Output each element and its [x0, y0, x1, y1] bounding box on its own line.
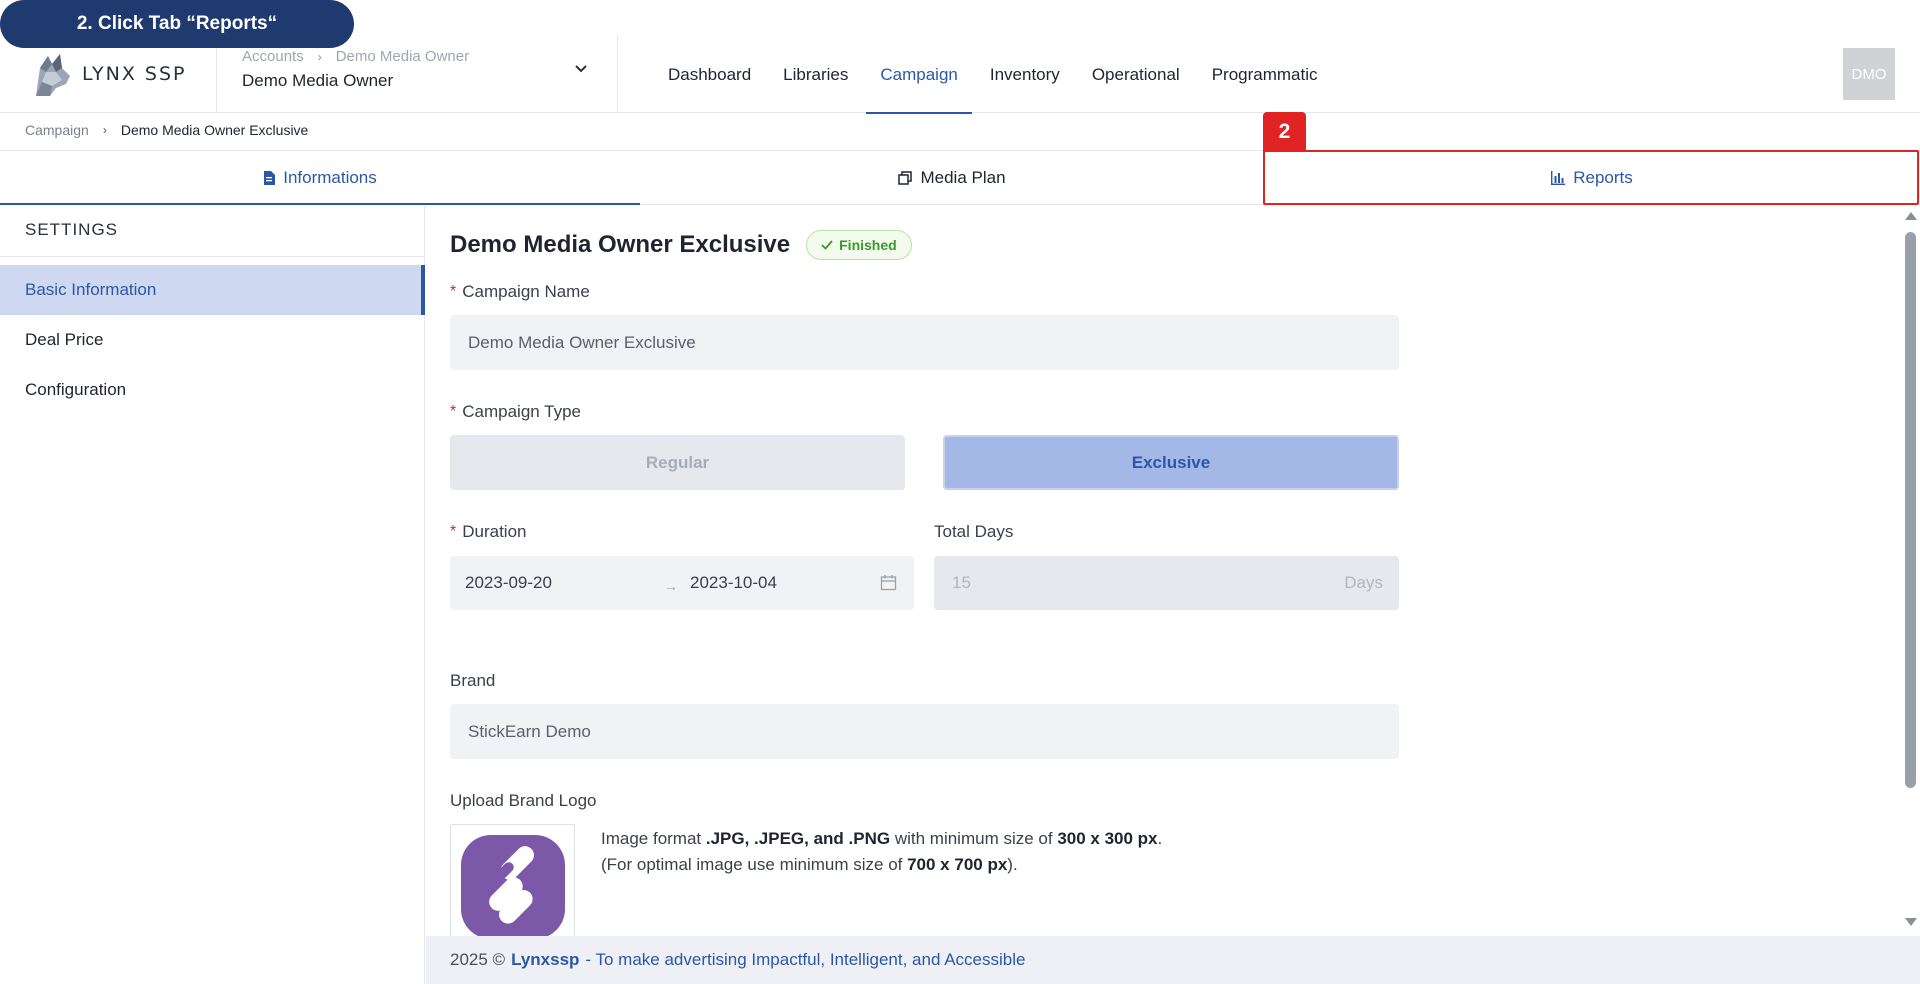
brand-field[interactable]: StickEarn Demo — [450, 704, 1399, 759]
campaign-name-label: * Campaign Name — [450, 282, 590, 302]
breadcrumb: Campaign › Demo Media Owner Exclusive — [25, 122, 308, 138]
nav-dashboard[interactable]: Dashboard — [652, 36, 767, 113]
avatar[interactable]: DMO — [1843, 48, 1895, 100]
upload-line-2: (For optimal image use minimum size of 7… — [601, 852, 1162, 878]
bar-chart-icon — [1551, 170, 1566, 185]
text-bold: 300 x 300 px — [1057, 829, 1158, 848]
type-regular-button[interactable]: Regular — [450, 435, 905, 490]
chevron-right-icon: › — [102, 123, 107, 137]
document-icon — [264, 170, 276, 185]
required-marker: * — [450, 403, 457, 420]
status-text: Finished — [839, 237, 897, 253]
step-badge: 2 — [1263, 112, 1306, 152]
scroll-down-arrow-icon[interactable] — [1905, 918, 1917, 926]
range-arrow-icon: → — [664, 578, 678, 594]
brand-logo-preview[interactable] — [450, 824, 575, 936]
label-text: Duration — [462, 522, 527, 541]
text-bold: 700 x 700 px — [907, 855, 1008, 874]
breadcrumb-current: Demo Media Owner Exclusive — [120, 122, 309, 138]
required-marker: * — [450, 283, 457, 300]
label-text: Campaign Name — [462, 282, 590, 301]
footer: 2025 © Lynxssp - To make advertising Imp… — [426, 936, 1920, 984]
brand-label: Brand — [450, 671, 496, 690]
scroll-up-arrow-icon[interactable] — [1905, 212, 1917, 220]
divider — [617, 36, 618, 112]
campaign-type-label: * Campaign Type — [450, 402, 581, 422]
account-crumb-0[interactable]: Accounts — [242, 48, 304, 65]
duration-label: * Duration — [450, 522, 527, 542]
nav-operational[interactable]: Operational — [1076, 36, 1196, 113]
step-instruction-banner: 2. Click Tab “Reports“ — [0, 0, 354, 48]
breadcrumb-campaign[interactable]: Campaign — [25, 122, 89, 138]
scrollbar[interactable] — [1901, 206, 1920, 936]
account-name: Demo Media Owner — [242, 71, 394, 90]
sidebar-item-configuration[interactable]: Configuration — [0, 365, 425, 415]
account-switcher[interactable]: Accounts › Demo Media Owner Demo Media O… — [242, 48, 469, 91]
main-nav: Dashboard Libraries Campaign Inventory O… — [652, 36, 1334, 114]
tab-label: Reports — [1573, 167, 1633, 187]
upload-line-1: Image format .JPG, .JPEG, and .PNG with … — [601, 826, 1162, 852]
total-days-field: 15 Days — [934, 556, 1399, 610]
nav-campaign[interactable]: Campaign — [864, 36, 974, 114]
settings-sidebar: SETTINGS Basic Information Deal Price Co… — [0, 206, 425, 984]
chevron-right-icon: › — [317, 49, 322, 64]
title-row: Demo Media Owner Exclusive Finished — [450, 230, 912, 260]
start-date[interactable]: 2023-09-20 — [465, 573, 552, 593]
text: with minimum size of — [890, 829, 1058, 848]
type-exclusive-button[interactable]: Exclusive — [943, 435, 1399, 490]
brand-logo-image — [460, 834, 565, 936]
calendar-icon[interactable] — [880, 574, 897, 591]
lynx-logo-icon — [36, 54, 70, 96]
status-badge: Finished — [806, 230, 912, 260]
account-crumb-1[interactable]: Demo Media Owner — [336, 48, 469, 65]
tab-reports[interactable]: Reports — [1264, 151, 1920, 204]
text: ). — [1007, 855, 1018, 874]
text: . — [1157, 829, 1163, 848]
sidebar-item-deal-price[interactable]: Deal Price — [0, 315, 425, 365]
scrollbar-thumb[interactable] — [1905, 232, 1916, 788]
label-text: Campaign Type — [462, 402, 581, 421]
nav-programmatic[interactable]: Programmatic — [1196, 36, 1334, 113]
tab-informations[interactable]: Informations — [0, 151, 640, 205]
upload-logo-label: Upload Brand Logo — [450, 791, 597, 810]
tab-bar: Informations Media Plan Reports — [0, 151, 1920, 205]
footer-tagline: - To make advertising Impactful, Intelli… — [585, 950, 1026, 969]
copy-icon — [898, 170, 913, 185]
campaign-name-field[interactable]: Demo Media Owner Exclusive — [450, 315, 1399, 370]
total-days-value: 15 — [952, 573, 971, 592]
divider — [0, 256, 425, 257]
footer-copyright: 2025 © — [450, 950, 506, 969]
page-title: Demo Media Owner Exclusive — [450, 231, 791, 258]
footer-brand-link[interactable]: Lynxssp — [511, 950, 579, 970]
total-days-unit: Days — [1344, 573, 1383, 592]
total-days-label: Total Days — [934, 522, 1014, 541]
text: (For optimal image use minimum size of — [601, 855, 908, 874]
tab-media-plan[interactable]: Media Plan — [640, 151, 1264, 204]
upload-instructions: Image format .JPG, .JPEG, and .PNG with … — [601, 826, 1162, 878]
text-bold: .JPG, .JPEG, and .PNG — [705, 829, 891, 848]
duration-range-picker[interactable]: 2023-09-20 → 2023-10-04 — [450, 556, 914, 610]
chevron-down-icon[interactable] — [574, 62, 588, 76]
end-date[interactable]: 2023-10-04 — [690, 573, 777, 593]
text: Image format — [601, 829, 706, 848]
sidebar-item-basic-information[interactable]: Basic Information — [0, 265, 425, 315]
logo-text: LYNX SSP — [82, 63, 187, 85]
sidebar-title: SETTINGS — [25, 220, 119, 239]
account-breadcrumb: Accounts › Demo Media Owner — [242, 48, 469, 65]
nav-inventory[interactable]: Inventory — [974, 36, 1076, 113]
tab-label: Informations — [283, 167, 377, 187]
logo[interactable]: LYNX SSP — [30, 50, 187, 98]
check-icon — [821, 240, 833, 250]
required-marker: * — [450, 523, 457, 540]
main-content: Demo Media Owner Exclusive Finished * Ca… — [426, 206, 1901, 936]
tab-label: Media Plan — [920, 167, 1006, 187]
nav-libraries[interactable]: Libraries — [767, 36, 864, 113]
